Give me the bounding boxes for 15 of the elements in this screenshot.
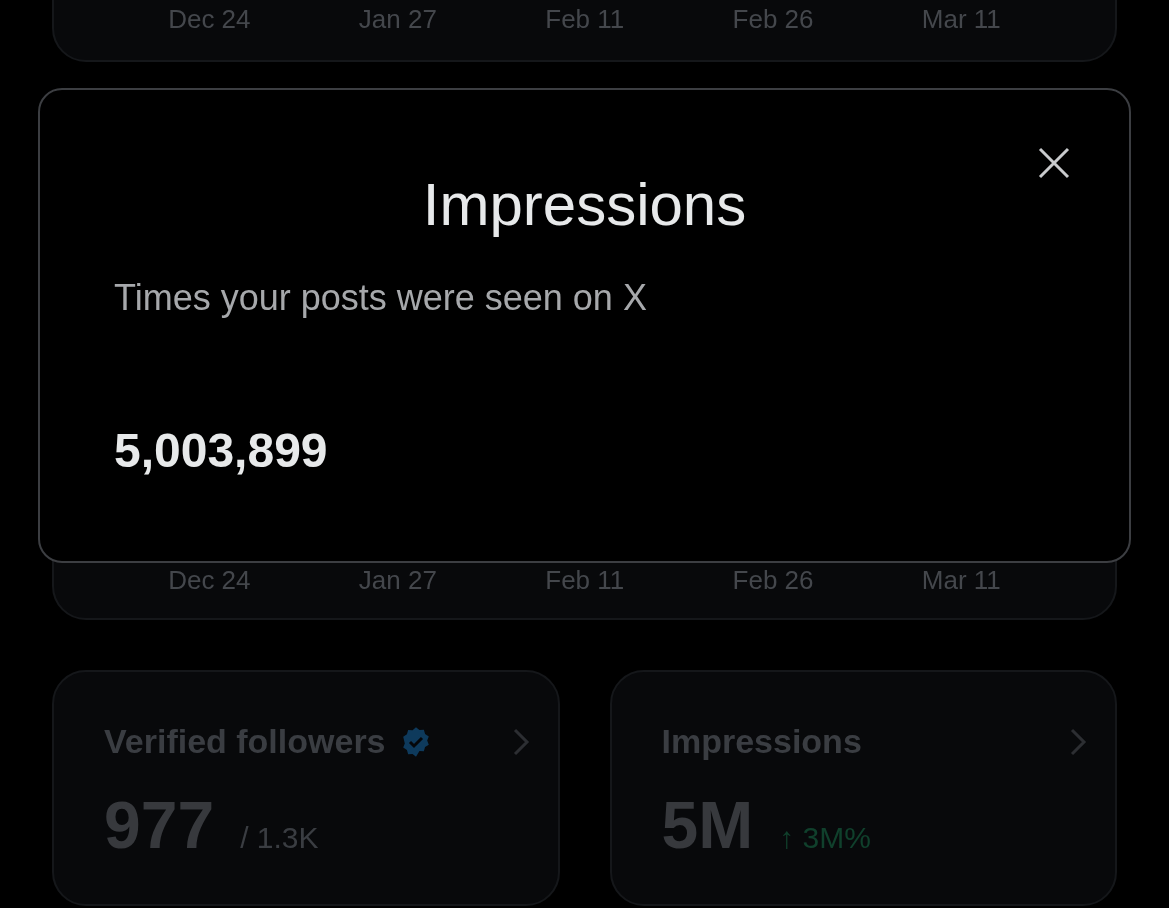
chevron-right-icon[interactable] xyxy=(1069,726,1087,757)
dialog-title: Impressions xyxy=(421,170,748,239)
axis-label: Jan 27 xyxy=(358,4,437,35)
axis-label: Dec 24 xyxy=(168,4,251,35)
axis-label: Mar 11 xyxy=(921,4,1001,35)
axis-label: Feb 26 xyxy=(732,565,814,596)
axis-label: Feb 11 xyxy=(545,565,625,596)
axis-label: Mar 11 xyxy=(921,565,1001,596)
impressions-value: 5,003,899 xyxy=(114,423,328,478)
axis-label: Feb 11 xyxy=(545,4,625,35)
axis-label: Jan 27 xyxy=(358,565,437,596)
chevron-right-icon[interactable] xyxy=(511,726,530,757)
axis-label: Feb 26 xyxy=(732,4,814,35)
axis-label: Dec 24 xyxy=(168,565,251,596)
dialog-description: Times your posts were seen on X xyxy=(114,277,648,319)
